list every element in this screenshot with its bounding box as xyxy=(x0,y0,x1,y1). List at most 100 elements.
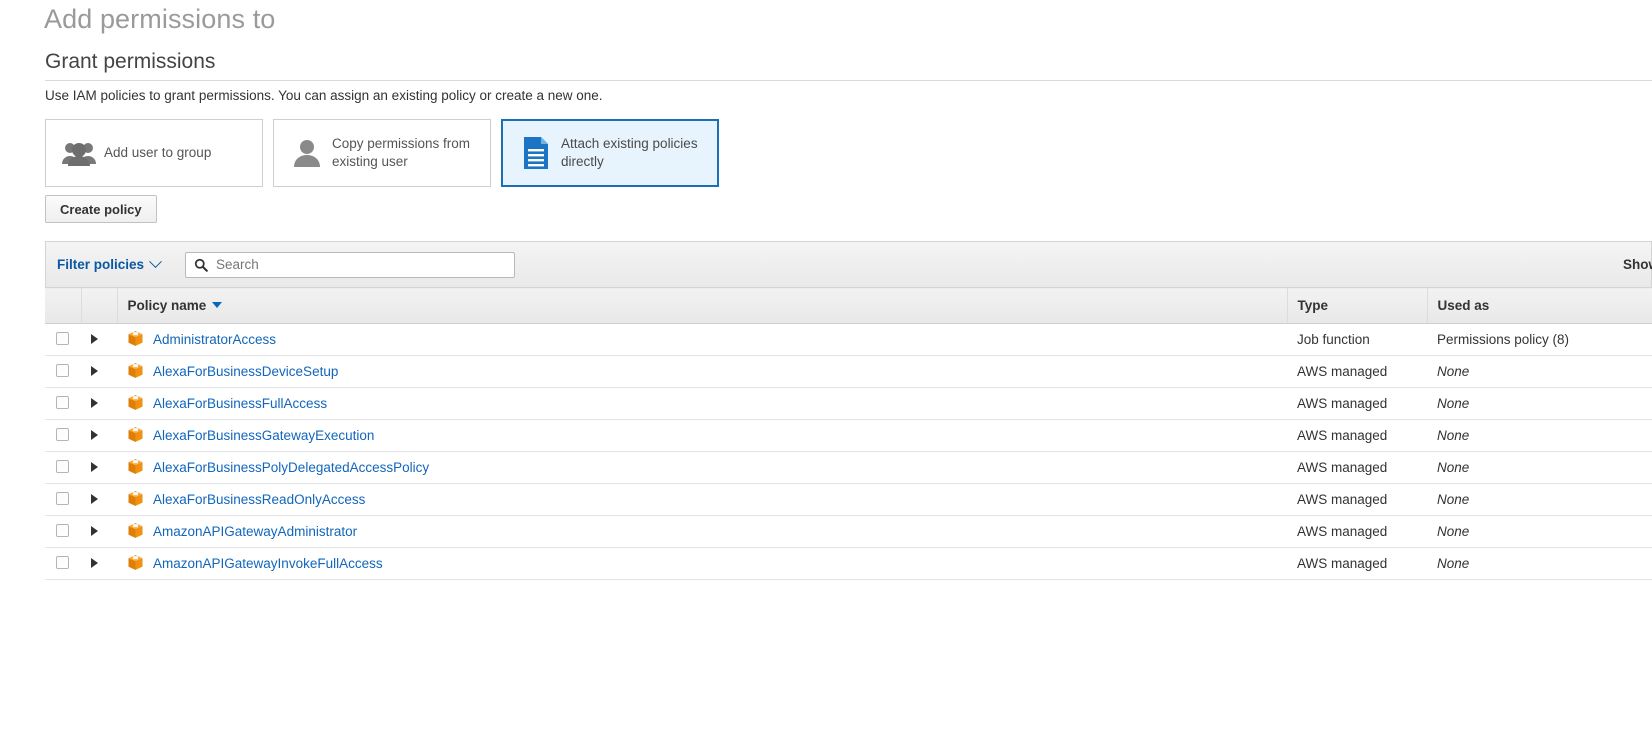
document-icon xyxy=(515,136,557,170)
used-as-header[interactable]: Used as xyxy=(1427,288,1652,324)
user-icon xyxy=(286,138,328,168)
policy-name-cell: AlexaForBusinessGatewayExecution xyxy=(117,420,1287,452)
policy-used-as-cell: None xyxy=(1427,452,1652,484)
users-group-icon xyxy=(58,140,100,166)
row-checkbox[interactable] xyxy=(56,396,69,409)
search-icon xyxy=(194,258,208,272)
row-expand-cell[interactable] xyxy=(81,356,117,388)
policy-used-as-cell: None xyxy=(1427,516,1652,548)
policy-type-cell: AWS managed xyxy=(1287,420,1427,452)
policy-box-icon xyxy=(127,394,144,414)
table-row[interactable]: AmazonAPIGatewayAdministratorAWS managed… xyxy=(45,516,1652,548)
filter-policies-dropdown[interactable]: Filter policies xyxy=(57,257,160,272)
row-checkbox[interactable] xyxy=(56,556,69,569)
expand-triangle-icon[interactable] xyxy=(91,494,98,504)
expand-triangle-icon[interactable] xyxy=(91,526,98,536)
expand-triangle-icon[interactable] xyxy=(91,334,98,344)
policy-name-link[interactable]: AlexaForBusinessGatewayExecution xyxy=(153,428,374,443)
table-header-row: Policy name Type Used as xyxy=(45,288,1652,324)
row-checkbox-cell[interactable] xyxy=(45,548,81,580)
policy-used-as-cell: None xyxy=(1427,356,1652,388)
row-checkbox[interactable] xyxy=(56,492,69,505)
row-checkbox[interactable] xyxy=(56,364,69,377)
expand-triangle-icon[interactable] xyxy=(91,558,98,568)
row-checkbox[interactable] xyxy=(56,428,69,441)
policy-name-link[interactable]: AlexaForBusinessReadOnlyAccess xyxy=(153,492,365,507)
policy-used-as-cell: None xyxy=(1427,548,1652,580)
type-header[interactable]: Type xyxy=(1287,288,1427,324)
option-card-label: Copy permissions from existing user xyxy=(328,135,478,171)
row-checkbox[interactable] xyxy=(56,460,69,473)
create-policy-button[interactable]: Create policy xyxy=(45,195,157,223)
policy-box-icon xyxy=(127,554,144,574)
search-box[interactable] xyxy=(185,252,515,278)
policy-name-link[interactable]: AlexaForBusinessPolyDelegatedAccessPolic… xyxy=(153,460,429,475)
policy-name-link[interactable]: AlexaForBusinessDeviceSetup xyxy=(153,364,338,379)
show-label: Show xyxy=(1623,257,1652,272)
row-checkbox-cell[interactable] xyxy=(45,388,81,420)
table-row[interactable]: AlexaForBusinessGatewayExecution AWS mana… xyxy=(45,420,1652,452)
table-row[interactable]: AlexaForBusinessFullAccess AWS managedNon… xyxy=(45,388,1652,420)
option-card-attach-existing-policies[interactable]: Attach existing policies directly xyxy=(501,119,719,187)
expand-triangle-icon[interactable] xyxy=(91,366,98,376)
policy-box-icon xyxy=(127,362,144,382)
row-checkbox-cell[interactable] xyxy=(45,324,81,356)
row-expand-cell[interactable] xyxy=(81,420,117,452)
expand-header xyxy=(81,288,117,324)
expand-triangle-icon[interactable] xyxy=(91,462,98,472)
page-title: Add permissions to xyxy=(44,0,275,38)
chevron-down-icon xyxy=(149,255,162,268)
select-all-header[interactable] xyxy=(45,288,81,324)
policy-box-icon xyxy=(127,490,144,510)
row-checkbox-cell[interactable] xyxy=(45,356,81,388)
table-row[interactable]: AdministratorAccessJob functionPermissio… xyxy=(45,324,1652,356)
row-expand-cell[interactable] xyxy=(81,324,117,356)
permission-option-cards: Add user to group Copy permissions from … xyxy=(45,119,719,187)
policy-name-cell: AlexaForBusinessFullAccess xyxy=(117,388,1287,420)
policy-used-as-cell: None xyxy=(1427,484,1652,516)
table-row[interactable]: AlexaForBusinessPolyDelegatedAccessPolic… xyxy=(45,452,1652,484)
row-expand-cell[interactable] xyxy=(81,548,117,580)
policy-name-cell: AmazonAPIGatewayAdministrator xyxy=(117,516,1287,548)
policy-box-icon xyxy=(127,458,144,478)
row-expand-cell[interactable] xyxy=(81,388,117,420)
policy-name-link[interactable]: AdministratorAccess xyxy=(153,332,276,347)
filter-policies-label: Filter policies xyxy=(57,257,144,272)
row-checkbox-cell[interactable] xyxy=(45,420,81,452)
section-description: Use IAM policies to grant permissions. Y… xyxy=(45,86,603,105)
policy-name-link[interactable]: AmazonAPIGatewayAdministrator xyxy=(153,524,357,539)
row-expand-cell[interactable] xyxy=(81,516,117,548)
policy-name-link[interactable]: AlexaForBusinessFullAccess xyxy=(153,396,327,411)
section-title: Grant permissions xyxy=(45,48,215,76)
policy-name-link[interactable]: AmazonAPIGatewayInvokeFullAccess xyxy=(153,556,383,571)
row-checkbox-cell[interactable] xyxy=(45,452,81,484)
policy-type-cell: AWS managed xyxy=(1287,548,1427,580)
row-checkbox[interactable] xyxy=(56,524,69,537)
add-permissions-page: Add permissions to Grant permissions Use… xyxy=(0,0,1652,747)
expand-triangle-icon[interactable] xyxy=(91,430,98,440)
policy-name-cell: AlexaForBusinessPolyDelegatedAccessPolic… xyxy=(117,452,1287,484)
policy-name-header[interactable]: Policy name xyxy=(117,288,1287,324)
policy-type-cell: AWS managed xyxy=(1287,388,1427,420)
table-row[interactable]: AmazonAPIGatewayInvokeFullAccess AWS mana… xyxy=(45,548,1652,580)
policy-name-cell: AdministratorAccess xyxy=(117,324,1287,356)
section-divider xyxy=(45,80,1652,81)
option-card-add-user-to-group[interactable]: Add user to group xyxy=(45,119,263,187)
filter-bar: Filter policies Show xyxy=(45,241,1652,287)
policy-box-icon xyxy=(127,426,144,446)
option-card-copy-permissions[interactable]: Copy permissions from existing user xyxy=(273,119,491,187)
policy-used-as-cell: None xyxy=(1427,388,1652,420)
row-checkbox-cell[interactable] xyxy=(45,516,81,548)
row-checkbox[interactable] xyxy=(56,332,69,345)
policy-box-icon xyxy=(127,330,144,350)
policies-table: Policy name Type Used as AdministratorAc… xyxy=(45,287,1652,580)
option-card-label: Attach existing policies directly xyxy=(557,135,705,171)
expand-triangle-icon[interactable] xyxy=(91,398,98,408)
row-expand-cell[interactable] xyxy=(81,452,117,484)
search-input[interactable] xyxy=(214,256,506,273)
table-row[interactable]: AlexaForBusinessDeviceSetupAWS managedNo… xyxy=(45,356,1652,388)
sort-descending-icon xyxy=(212,302,222,308)
row-checkbox-cell[interactable] xyxy=(45,484,81,516)
table-row[interactable]: AlexaForBusinessReadOnlyAccessAWS manage… xyxy=(45,484,1652,516)
row-expand-cell[interactable] xyxy=(81,484,117,516)
